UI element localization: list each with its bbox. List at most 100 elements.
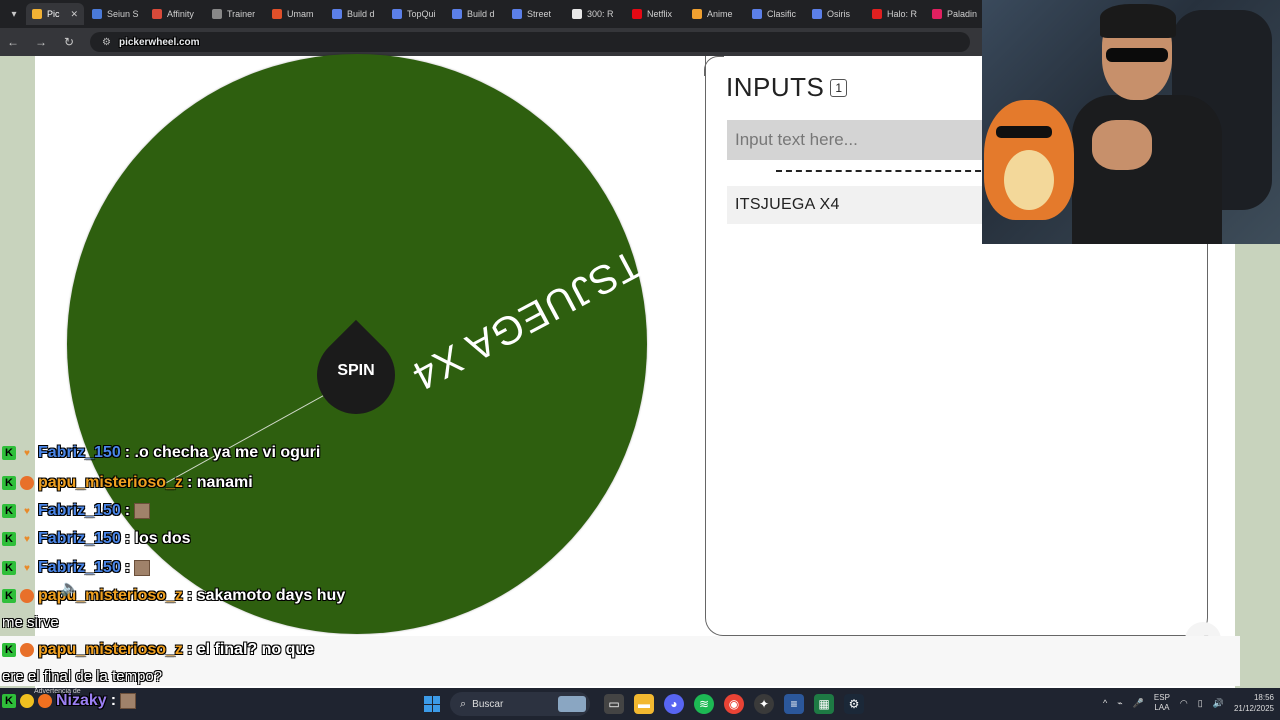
browser-tab[interactable]: Osiris: [806, 3, 864, 25]
tab-label: TopQui: [407, 9, 436, 19]
chat-message: K ♥ Fabriz_150 : .o checha ya me vi ogur…: [2, 444, 320, 462]
webcam-overlay: [982, 0, 1280, 244]
chat-username: Fabriz_150: [38, 502, 121, 519]
inputs-count-badge: 1: [830, 78, 848, 97]
round-badge-icon: [20, 694, 34, 708]
task-view-icon[interactable]: ▭: [604, 694, 624, 714]
fox-badge-icon: ♥: [24, 562, 30, 574]
round-badge-icon: [38, 694, 52, 708]
wheel-area: ITSJUEGA X4 SPIN: [35, 54, 705, 636]
taskbar-apps: ▭ ▬ ◕ ≋ ◉ ✦ ≡ ▦ ⚙: [604, 694, 864, 714]
browser-tab[interactable]: Build d: [326, 3, 384, 25]
chat-plain-text: ere el final de la tempo?: [2, 668, 163, 685]
chat-username: Fabriz_150: [38, 444, 121, 461]
kick-badge-icon: K: [2, 532, 16, 546]
tab-label: Halo: R: [887, 9, 918, 19]
reload-icon[interactable]: ↻: [62, 35, 76, 49]
battery-icon[interactable]: ▯: [1198, 698, 1203, 709]
browser-tab[interactable]: 300: R: [566, 3, 624, 25]
wifi-icon[interactable]: ◠: [1180, 698, 1188, 709]
browser-tab[interactable]: Umam: [266, 3, 324, 25]
forward-icon[interactable]: →: [34, 35, 48, 49]
tab-label: Build d: [467, 9, 495, 19]
discord-icon[interactable]: ◕: [664, 694, 684, 714]
browser-tab[interactable]: TopQui: [386, 3, 444, 25]
kick-badge-icon: K: [2, 561, 16, 575]
tab-label: Pic: [47, 9, 60, 19]
tab-favicon-icon: [692, 9, 702, 19]
tab-favicon-icon: [152, 9, 162, 19]
chat-text: :: [124, 559, 131, 576]
chat-text: :: [110, 692, 117, 709]
browser-tab[interactable]: Trainer: [206, 3, 264, 25]
tab-favicon-icon: [632, 9, 642, 19]
address-bar[interactable]: ⚙ pickerwheel.com: [90, 32, 970, 52]
input-text-field[interactable]: [727, 120, 987, 160]
chat-message: K papu_misterioso_z : nanami: [2, 474, 253, 492]
tab-favicon-icon: [872, 9, 882, 19]
site-info-icon[interactable]: ⚙: [102, 37, 111, 48]
system-tray: ^ ⌁ 🎤 ESP LAA ◠ ▯ 🔊 18:56 21/12/2025: [1103, 692, 1274, 714]
input-divider: [776, 170, 991, 172]
browser-tab[interactable]: Seiun S: [86, 3, 144, 25]
windows-taskbar: K Nizaky : Advertencia de ⌕ Buscar ▭ ▬ ◕…: [0, 688, 1280, 720]
browser-tab[interactable]: Netflix: [626, 3, 684, 25]
browser-tab[interactable]: Anime: [686, 3, 744, 25]
chat-text: : el final? no que: [186, 641, 315, 658]
tab-label: 300: R: [587, 9, 614, 19]
chat-text: : nanami: [186, 474, 253, 491]
tab-favicon-icon: [332, 9, 342, 19]
emote-icon: [120, 693, 137, 709]
browser-tab[interactable]: Clasific: [746, 3, 804, 25]
close-tab-icon[interactable]: ✕: [70, 9, 78, 20]
microphone-icon[interactable]: 🎤: [1133, 698, 1144, 709]
chrome-icon[interactable]: ◉: [724, 694, 744, 714]
round-badge-icon: [20, 589, 34, 603]
tab-label: Street: [527, 9, 552, 19]
tab-label: Trainer: [227, 9, 256, 19]
tab-favicon-icon: [452, 9, 462, 19]
chat-message: K papu_misterioso_z : sakamoto days huy: [2, 587, 345, 605]
app-icon[interactable]: ✦: [754, 694, 774, 714]
kick-badge-icon: K: [2, 589, 16, 603]
browser-tab[interactable]: Build d: [446, 3, 504, 25]
chat-username: Fabriz_150: [38, 530, 121, 547]
browser-tab[interactable]: Halo: R: [866, 3, 924, 25]
calculator-icon[interactable]: ▦: [814, 694, 834, 714]
windows-start-icon[interactable]: [424, 696, 440, 712]
notes-icon[interactable]: ≡: [784, 694, 804, 714]
taskbar-search[interactable]: ⌕ Buscar: [450, 692, 590, 716]
tab-favicon-icon: [32, 9, 42, 19]
clock[interactable]: 18:56 21/12/2025: [1234, 692, 1274, 714]
chat-message: K ♥ Fabriz_150 : los dos: [2, 530, 191, 548]
chat-text: : sakamoto days huy: [186, 587, 346, 604]
tab-label: Seiun S: [107, 9, 139, 19]
back-icon[interactable]: ←: [6, 35, 20, 49]
network-icon[interactable]: ⌁: [1117, 698, 1122, 709]
browser-tab[interactable]: Street: [506, 3, 564, 25]
tab-label: Build d: [347, 9, 375, 19]
input-entry[interactable]: ITSJUEGA X4: [727, 186, 987, 224]
tab-label: Clasific: [767, 9, 797, 19]
tab-search-icon[interactable]: ▾: [4, 4, 24, 24]
volume-icon[interactable]: 🔊: [1213, 698, 1224, 709]
chat-text: : .o checha ya me vi oguri: [124, 444, 321, 461]
tab-favicon-icon: [272, 9, 282, 19]
browser-tab[interactable]: Pic ✕: [26, 3, 84, 25]
chat-username: papu_misterioso_z: [38, 474, 183, 491]
steam-icon[interactable]: ⚙: [844, 694, 864, 714]
fox-badge-icon: ♥: [24, 533, 30, 545]
chevron-up-icon[interactable]: ^: [1103, 698, 1107, 708]
file-explorer-icon[interactable]: ▬: [634, 694, 654, 714]
language-indicator[interactable]: ESP LAA: [1154, 693, 1170, 713]
tab-label: Osiris: [827, 9, 850, 19]
chat-text: : los dos: [124, 530, 191, 547]
spin-button[interactable]: SPIN: [300, 306, 412, 431]
spotify-icon[interactable]: ≋: [694, 694, 714, 714]
tab-favicon-icon: [932, 9, 942, 19]
emote-icon: [134, 560, 151, 576]
browser-tab[interactable]: Affinity: [146, 3, 204, 25]
browser-tab[interactable]: Paladin: [926, 3, 984, 25]
kick-badge-icon: K: [2, 446, 16, 460]
tab-label: Paladin: [947, 9, 978, 19]
